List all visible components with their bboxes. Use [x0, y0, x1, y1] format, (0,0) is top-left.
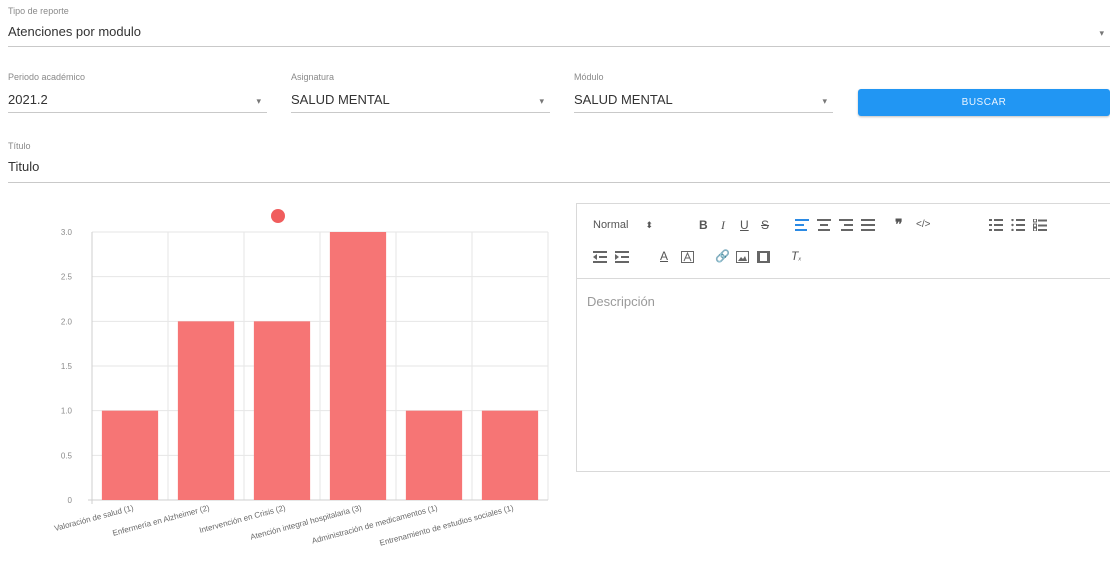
- module-select[interactable]: Módulo SALUD MENTAL ▾: [574, 72, 833, 113]
- bar: [101, 410, 159, 500]
- subject-select[interactable]: Asignatura SALUD MENTAL ▾: [291, 72, 550, 113]
- y-tick-label: 3.0: [61, 228, 73, 237]
- align-center-icon[interactable]: [817, 219, 831, 231]
- module-value: SALUD MENTAL: [574, 92, 673, 107]
- link-icon[interactable]: 🔗: [715, 249, 730, 263]
- report-type-select[interactable]: Tipo de reporte Atenciones por modulo ▾: [8, 6, 1110, 47]
- editor-toolbar: Normal ⬍ B I U S ❞ </> A 🔗 Tₓ: [577, 204, 1110, 279]
- y-tick-label: 0.5: [61, 451, 73, 460]
- chevron-down-icon: ⬍: [645, 220, 654, 230]
- y-tick-label: 2.5: [61, 273, 73, 282]
- code-block-icon[interactable]: </>: [916, 218, 930, 232]
- chevron-down-icon: ▾: [822, 96, 827, 106]
- background-color-icon[interactable]: [681, 251, 694, 263]
- bar: [405, 410, 463, 500]
- period-value: 2021.2: [8, 92, 48, 107]
- y-tick-label: 1.5: [61, 362, 73, 371]
- image-icon[interactable]: [736, 251, 749, 263]
- align-right-icon[interactable]: [839, 219, 853, 231]
- chevron-down-icon: ▾: [539, 96, 544, 106]
- strikethrough-icon[interactable]: S: [761, 218, 769, 232]
- blockquote-icon[interactable]: ❞: [895, 217, 903, 231]
- check-list-icon[interactable]: [1033, 219, 1047, 231]
- bar-chart: 00.51.01.52.02.53.0Valoración de salud (…: [53, 209, 549, 548]
- report-type-label: Tipo de reporte: [8, 6, 69, 16]
- title-value: Titulo: [8, 159, 40, 174]
- format-select-value: Normal: [593, 219, 629, 231]
- report-type-value: Atenciones por modulo: [8, 24, 141, 39]
- period-select[interactable]: Periodo académico 2021.2 ▾: [8, 72, 267, 113]
- chevron-down-icon: ▾: [256, 96, 261, 106]
- align-left-icon[interactable]: [795, 219, 809, 231]
- text-color-icon[interactable]: A: [660, 249, 668, 263]
- outdent-icon[interactable]: [593, 251, 607, 263]
- y-tick-label: 0: [68, 496, 73, 505]
- subject-label: Asignatura: [291, 72, 335, 82]
- bar: [481, 410, 539, 500]
- y-tick-label: 1.0: [61, 407, 73, 416]
- title-input[interactable]: Título Titulo: [8, 139, 1110, 183]
- bullet-list-icon[interactable]: [1011, 219, 1025, 231]
- chevron-down-icon: ▾: [1099, 28, 1104, 38]
- bar: [177, 321, 235, 500]
- x-tick-label: Entrenamiento de estudios sociales (1): [379, 503, 515, 548]
- align-justify-icon[interactable]: [861, 219, 875, 231]
- search-button[interactable]: BUSCAR: [858, 89, 1110, 116]
- legend-marker: [271, 209, 285, 223]
- bar: [329, 232, 387, 500]
- format-select[interactable]: Normal ⬍: [593, 218, 653, 232]
- italic-icon[interactable]: I: [721, 218, 725, 232]
- period-label: Periodo académico: [8, 72, 86, 82]
- x-tick-label: Administración de medicamentos (1): [311, 503, 439, 545]
- subject-value: SALUD MENTAL: [291, 92, 390, 107]
- module-label: Módulo: [574, 72, 604, 82]
- clear-format-icon[interactable]: Tₓ: [791, 249, 801, 265]
- bar: [253, 321, 311, 500]
- y-tick-label: 2.0: [61, 317, 73, 326]
- rich-text-editor[interactable]: Normal ⬍ B I U S ❞ </> A 🔗 Tₓ Descripció…: [576, 203, 1110, 472]
- description-placeholder[interactable]: Descripción: [587, 294, 655, 309]
- bold-icon[interactable]: B: [699, 218, 708, 232]
- indent-icon[interactable]: [615, 251, 629, 263]
- video-icon[interactable]: [757, 251, 770, 263]
- underline-icon[interactable]: U: [740, 218, 749, 232]
- ordered-list-icon[interactable]: [989, 219, 1003, 231]
- title-label: Título: [8, 141, 31, 151]
